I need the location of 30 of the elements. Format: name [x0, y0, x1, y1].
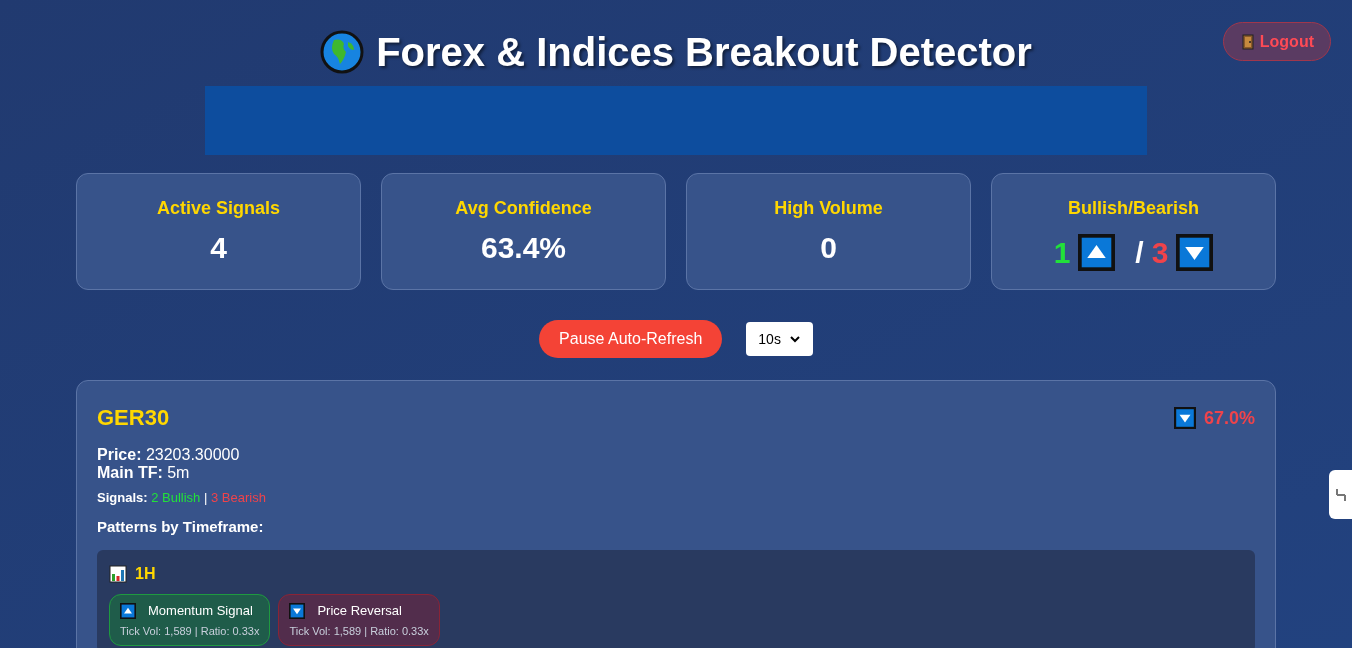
stat-label: Active Signals: [156, 197, 280, 220]
stat-value: 0: [820, 230, 837, 266]
globe-icon: [320, 30, 365, 74]
pause-button[interactable]: Pause Auto-Refresh: [539, 320, 723, 358]
patterns-heading: Patterns by Timeframe:: [97, 516, 265, 537]
bearish-count: 3: [1151, 234, 1169, 271]
page-title: Forex & Indices Breakout Detector: [376, 29, 1032, 76]
logout-button[interactable]: Logout: [1222, 22, 1331, 61]
door-icon: [1239, 33, 1256, 50]
stat-label: High Volume: [774, 197, 883, 220]
pattern-name: Momentum Signal: [148, 602, 253, 620]
stat-value: 4: [210, 230, 227, 266]
bullish-count: 1: [1053, 234, 1071, 271]
stat-value: 63.4%: [480, 230, 567, 266]
symbol-title: GER30: [97, 404, 170, 432]
timeframe-line: Main TF: 5m: [97, 464, 191, 482]
chevron-icon: [788, 333, 801, 345]
price-line: Price: 23203.30000: [97, 446, 241, 464]
timeframe-label: 1H: [135, 564, 156, 584]
signals-line: Signals: 2 Bullish | 3 Bearish: [97, 489, 267, 507]
side-tab[interactable]: [1329, 470, 1352, 519]
confidence: 67.0%: [1203, 407, 1255, 430]
interval-select[interactable]: 10s: [746, 322, 813, 356]
stat-label: Avg Confidence: [455, 197, 592, 220]
pattern-detail: Tick Vol: 1,589 | Ratio: 0.33x: [120, 623, 260, 639]
stat-label: Bullish/Bearish: [1067, 197, 1199, 220]
bar-chart-icon: [109, 565, 127, 583]
separator: /: [1135, 234, 1144, 271]
pattern-name: Price Reversal: [317, 602, 402, 620]
pattern-detail: Tick Vol: 1,589 | Ratio: 0.33x: [289, 623, 429, 639]
